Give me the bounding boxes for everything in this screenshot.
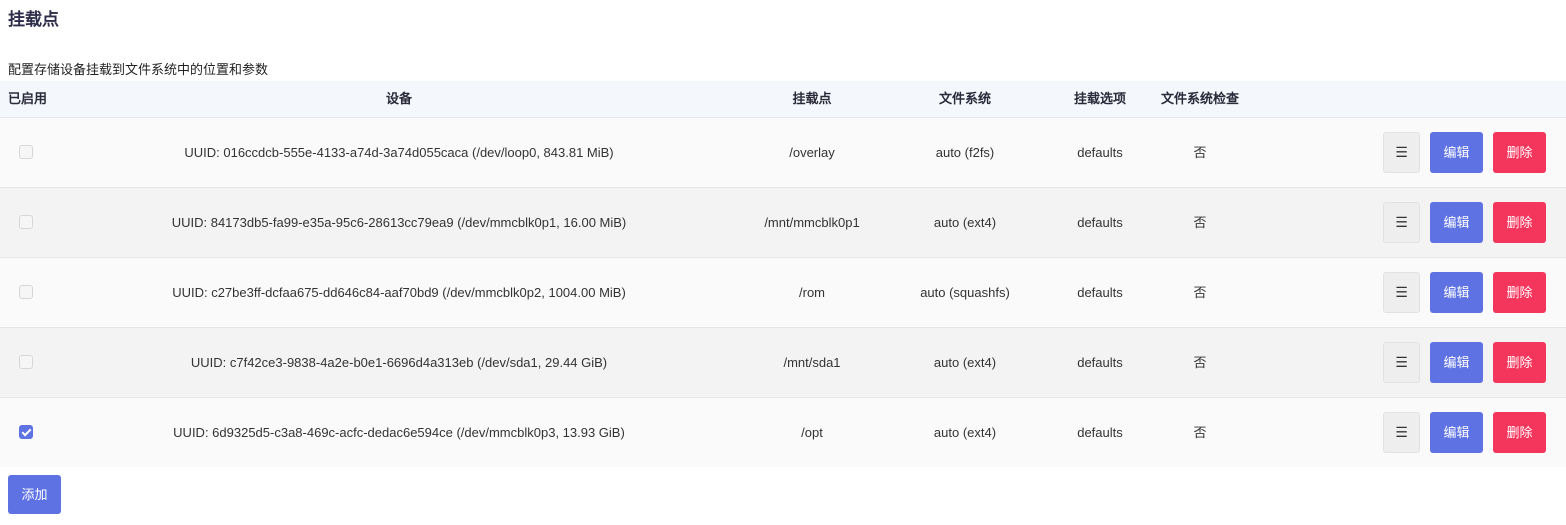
edit-button[interactable]: 编辑 [1430, 272, 1483, 313]
device-cell: UUID: 016ccdcb-555e-4133-a74d-3a74d055ca… [184, 145, 614, 160]
table-row: UUID: 6d9325d5-c3a8-469c-acfc-dedac6e594… [0, 398, 1566, 467]
enabled-checkbox[interactable] [19, 355, 33, 369]
mount-options-cell: defaults [1077, 215, 1123, 230]
drag-handle-menu-icon[interactable]: ☰ [1383, 202, 1420, 243]
section-description: 配置存储设备挂载到文件系统中的位置和参数 [8, 62, 269, 77]
row-actions: ☰ 编辑 删除 [1383, 272, 1546, 313]
drag-handle-menu-icon[interactable]: ☰ [1383, 342, 1420, 383]
header-device: 设备 [385, 91, 412, 106]
delete-button[interactable]: 删除 [1493, 272, 1546, 313]
mount-point-cell: /opt [801, 425, 823, 440]
table-row: UUID: 84173db5-fa99-e35a-95c6-28613cc79e… [0, 188, 1566, 258]
mount-point-cell: /mnt/sda1 [783, 355, 841, 370]
device-cell: UUID: c7f42ce3-9838-4a2e-b0e1-6696d4a313… [190, 355, 608, 370]
fsck-cell: 否 [1193, 285, 1207, 300]
drag-handle-menu-icon[interactable]: ☰ [1383, 412, 1420, 453]
header-fsck: 文件系统检查 [1160, 91, 1239, 106]
table-row: UUID: 016ccdcb-555e-4133-a74d-3a74d055ca… [0, 118, 1566, 188]
edit-button[interactable]: 编辑 [1430, 342, 1483, 383]
filesystem-cell: auto (ext4) [933, 355, 997, 370]
device-cell: UUID: 6d9325d5-c3a8-469c-acfc-dedac6e594… [173, 425, 625, 440]
row-actions: ☰ 编辑 删除 [1383, 132, 1546, 173]
header-enabled: 已启用 [8, 91, 48, 106]
header-mount-point: 挂载点 [792, 91, 832, 106]
table-row: UUID: c7f42ce3-9838-4a2e-b0e1-6696d4a313… [0, 328, 1566, 398]
mount-options-cell: defaults [1077, 285, 1123, 300]
device-cell: UUID: c27be3ff-dcfaa675-dd646c84-aaf70bd… [172, 285, 626, 300]
mount-point-cell: /mnt/mmcblk0p1 [764, 215, 860, 230]
filesystem-cell: auto (ext4) [933, 425, 997, 440]
header-mount-options: 挂载选项 [1073, 91, 1126, 106]
drag-handle-menu-icon[interactable]: ☰ [1383, 272, 1420, 313]
device-cell: UUID: 84173db5-fa99-e35a-95c6-28613cc79e… [171, 215, 627, 230]
edit-button[interactable]: 编辑 [1430, 412, 1483, 453]
add-button[interactable]: 添加 [8, 475, 61, 514]
delete-button[interactable]: 删除 [1493, 132, 1546, 173]
enabled-checkbox[interactable] [19, 215, 33, 229]
fsck-cell: 否 [1193, 425, 1207, 440]
section-title: 挂载点 [8, 10, 59, 29]
mount-point-cell: /overlay [789, 145, 835, 160]
fsck-cell: 否 [1193, 145, 1207, 160]
row-actions: ☰ 编辑 删除 [1383, 412, 1546, 453]
header-filesystem: 文件系统 [938, 91, 991, 106]
filesystem-cell: auto (squashfs) [920, 285, 1010, 300]
enabled-checkbox[interactable] [19, 425, 33, 439]
fsck-cell: 否 [1193, 355, 1207, 370]
mount-options-cell: defaults [1077, 355, 1123, 370]
edit-button[interactable]: 编辑 [1430, 202, 1483, 243]
mount-options-cell: defaults [1077, 425, 1123, 440]
table-header: 已启用 设备 挂载点 文件系统 挂载选项 文件系统检查 [0, 81, 1566, 118]
enabled-checkbox[interactable] [19, 145, 33, 159]
table-row: UUID: c27be3ff-dcfaa675-dd646c84-aaf70bd… [0, 258, 1566, 328]
drag-handle-menu-icon[interactable]: ☰ [1383, 132, 1420, 173]
mount-point-cell: /rom [799, 285, 825, 300]
row-actions: ☰ 编辑 删除 [1383, 342, 1546, 383]
mount-points-table: 已启用 设备 挂载点 文件系统 挂载选项 文件系统检查 UUID: 016ccd… [0, 81, 1566, 467]
mount-points-page: 挂载点 配置存储设备挂载到文件系统中的位置和参数 已启用 设备 挂载点 文件系统… [0, 0, 1566, 525]
delete-button[interactable]: 删除 [1493, 342, 1546, 383]
delete-button[interactable]: 删除 [1493, 202, 1546, 243]
filesystem-cell: auto (ext4) [933, 215, 997, 230]
edit-button[interactable]: 编辑 [1430, 132, 1483, 173]
filesystem-cell: auto (f2fs) [935, 145, 995, 160]
fsck-cell: 否 [1193, 215, 1207, 230]
mount-options-cell: defaults [1077, 145, 1123, 160]
enabled-checkbox[interactable] [19, 285, 33, 299]
row-actions: ☰ 编辑 删除 [1383, 202, 1546, 243]
delete-button[interactable]: 删除 [1493, 412, 1546, 453]
